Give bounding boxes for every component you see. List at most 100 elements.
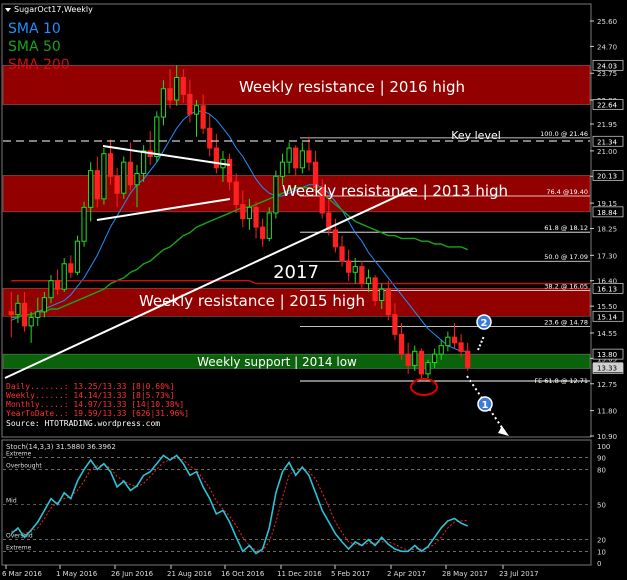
- candle-body: [174, 76, 180, 101]
- legend-sma200: SMA 200: [8, 57, 70, 73]
- candle-body: [465, 350, 471, 368]
- info-ytd: YearToDate..: 19.59/13.33 [626|31.96%]: [6, 409, 189, 418]
- candle-body: [286, 147, 292, 163]
- legend-sma50: SMA 50: [8, 39, 61, 55]
- candle-body: [240, 204, 246, 220]
- time-tick-label: 5 Feb 2017: [331, 570, 370, 578]
- candle-body: [405, 353, 411, 366]
- osc-axis-label: 80: [597, 466, 606, 474]
- candle-body: [352, 266, 358, 273]
- osc-axis-label: 90: [597, 455, 606, 463]
- candle-body: [438, 345, 444, 355]
- candle: [74, 235, 81, 276]
- osc-level-label: Extreme: [6, 451, 32, 458]
- candle-body: [35, 311, 41, 318]
- candle-body: [107, 153, 114, 177]
- candle-body: [306, 150, 312, 163]
- last-price-label: 13.33: [597, 364, 617, 372]
- price-tick-label: 24.70: [597, 43, 617, 51]
- candle-body: [398, 333, 405, 355]
- time-tick-label: 2 Apr 2017: [387, 570, 426, 578]
- time-tick-label: 11 Dec 2016: [277, 570, 322, 578]
- time-tick-label: 16 Oct 2016: [221, 570, 265, 578]
- candle-body: [365, 277, 372, 285]
- candle: [273, 170, 279, 219]
- price-highlight-label: 22.64: [597, 102, 618, 110]
- price-highlight-label: 15.14: [597, 313, 618, 321]
- candle-body: [246, 206, 253, 220]
- candle-body: [432, 353, 438, 364]
- price-highlight-label: 16.13: [597, 285, 617, 293]
- candle-body: [21, 302, 28, 327]
- osc-axis-label: 10: [597, 548, 606, 556]
- candle-body: [372, 277, 378, 301]
- key-level-label: Key level: [451, 129, 501, 142]
- time-tick-label: 1 May 2016: [56, 570, 98, 578]
- candle-body: [392, 314, 398, 335]
- candle-body: [121, 161, 127, 194]
- candle-body: [339, 246, 345, 262]
- price-tick-label: 12.75: [597, 381, 617, 389]
- candle-body: [458, 342, 464, 352]
- legend-sma10: SMA 10: [8, 21, 61, 37]
- candle-body: [68, 263, 74, 273]
- candle-body: [253, 206, 259, 228]
- candle-body: [160, 88, 167, 118]
- price-tick-label: 21.00: [597, 148, 617, 156]
- candle: [121, 156, 127, 199]
- candle-body: [418, 350, 425, 375]
- candle-body: [346, 260, 352, 273]
- info-monthly: Monthly.....: 14.97/13.33 [14|10.38%]: [6, 400, 184, 409]
- candle-body: [140, 150, 147, 174]
- candle-body: [425, 362, 431, 375]
- price-tick-label: 10.90: [597, 433, 617, 441]
- fib-label-3: 50.0 @ 17.09: [544, 253, 588, 261]
- candle-body: [94, 170, 100, 200]
- scenario-1-label: 1: [482, 400, 489, 411]
- candle-body: [445, 336, 451, 347]
- osc-level-label: Mid: [6, 498, 17, 505]
- price-tick-label: 18.25: [597, 226, 617, 234]
- candle: [81, 201, 87, 247]
- candle-body: [193, 105, 200, 115]
- price-chart[interactable]: Weekly resistance | 2016 high Weekly res…: [0, 0, 627, 580]
- price-tick-label: 15.50: [597, 303, 617, 311]
- osc-axis-label: 50: [597, 502, 606, 510]
- price-tick-label: 17.30: [597, 252, 617, 260]
- osc-level-label: Extreme: [6, 544, 32, 551]
- candle-body: [88, 170, 94, 208]
- zone-label-2015: Weekly resistance | 2015 high: [139, 292, 365, 310]
- price-tick-label: 23.75: [597, 70, 617, 78]
- candle-body: [127, 161, 133, 186]
- candle-body: [180, 76, 186, 95]
- zone-label-2013: Weekly resistance | 2013 high: [282, 182, 508, 200]
- osc-axis-label: 20: [597, 537, 606, 545]
- price-highlight-label: 20.13: [597, 172, 617, 180]
- candle-body: [273, 175, 279, 214]
- candle-body: [451, 336, 458, 344]
- candle-body: [279, 161, 286, 177]
- candle-body: [200, 105, 206, 129]
- candle-body: [74, 240, 81, 273]
- candle-body: [41, 297, 47, 313]
- candle-body: [412, 350, 418, 366]
- fib-label-5: 23.6 @ 14.78: [544, 318, 588, 326]
- time-tick-label: 6 Mar 2016: [2, 570, 42, 578]
- candle-body: [81, 206, 87, 242]
- candle-body: [359, 266, 365, 285]
- candle-body: [385, 288, 391, 316]
- candle-body: [379, 288, 385, 301]
- candle-body: [167, 88, 173, 101]
- time-tick-label: 21 Aug 2016: [167, 570, 212, 578]
- candle-body: [332, 229, 339, 248]
- candle-body: [233, 181, 239, 206]
- candle-body: [48, 280, 54, 299]
- osc-axis-label: 0: [597, 560, 601, 568]
- candle-body: [134, 172, 140, 186]
- info-daily: Daily.......: 13.25/13.33 [8|0.60%]: [6, 382, 175, 391]
- candle-body: [207, 127, 213, 149]
- price-highlight-label: 18.84: [597, 209, 618, 217]
- price-tick-label: 25.60: [597, 18, 617, 26]
- scenario-2-label: 2: [481, 318, 488, 329]
- candle-body: [187, 93, 193, 115]
